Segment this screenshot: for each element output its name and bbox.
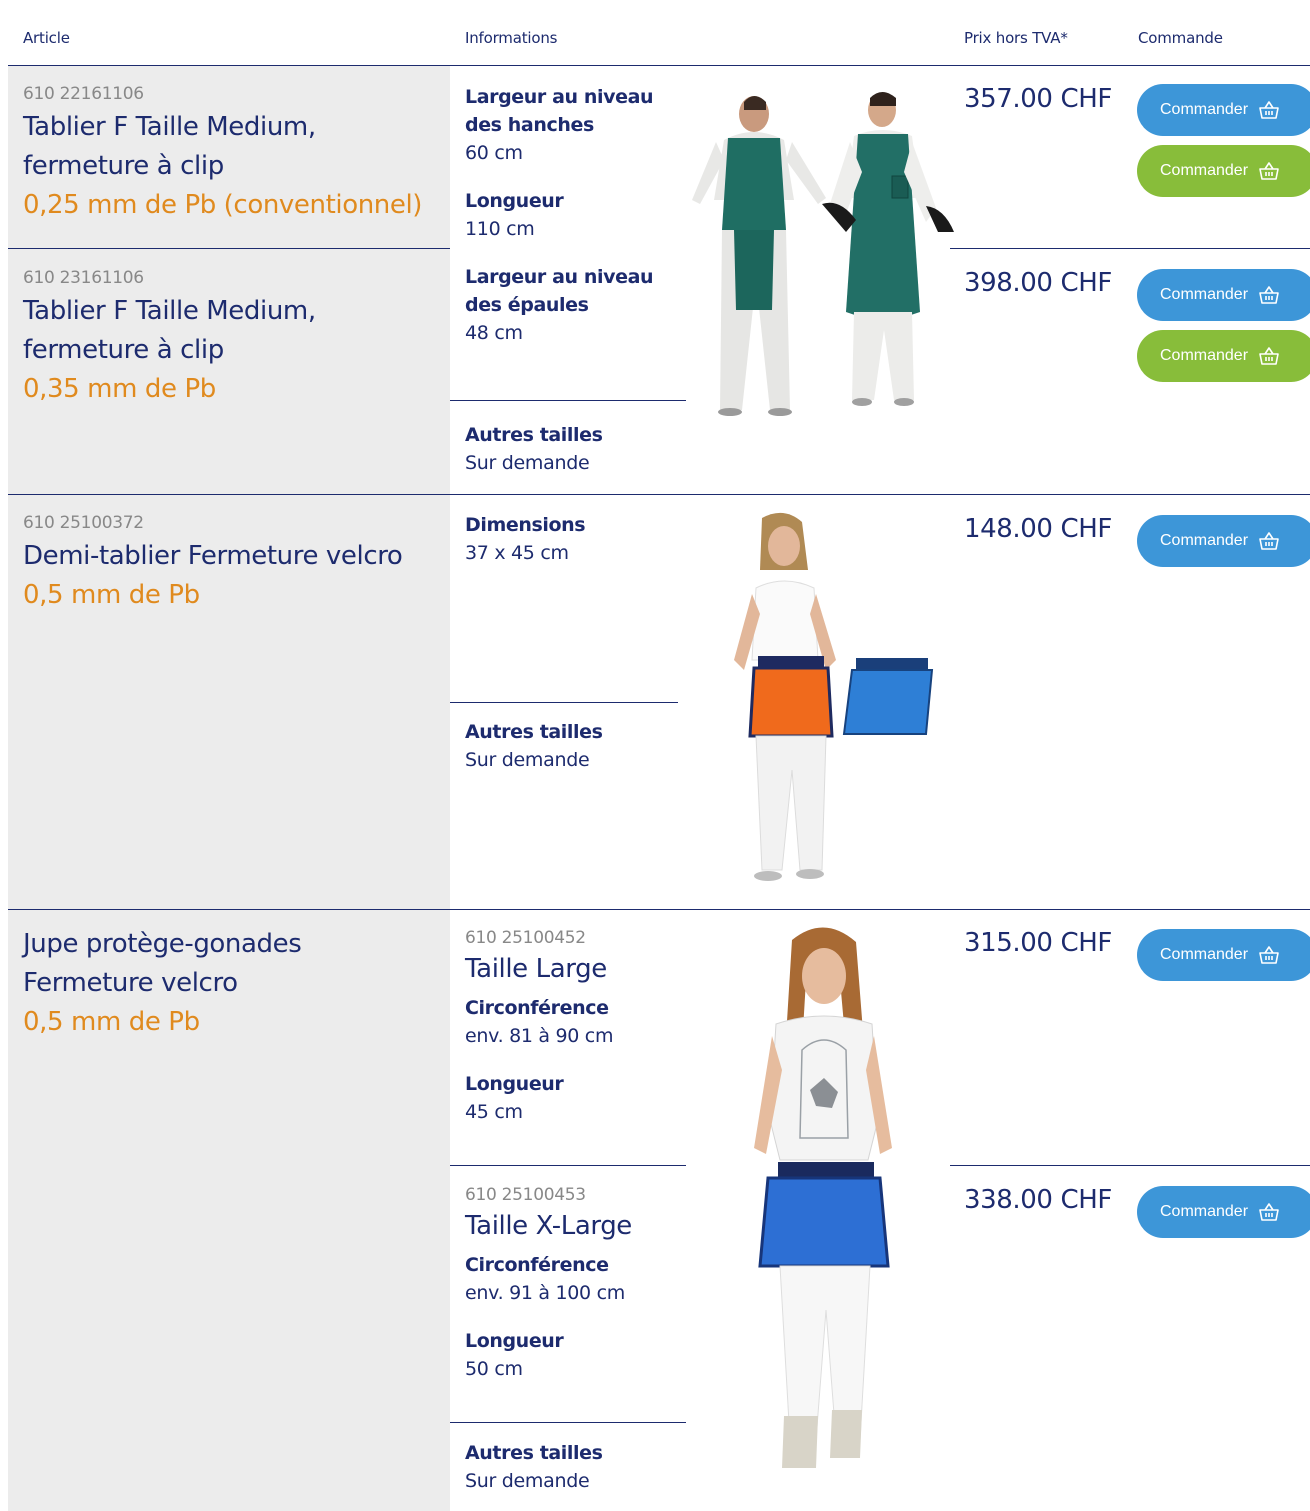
price-item-3: 148.00 CHF: [964, 514, 1112, 544]
info-value: 48 cm: [465, 322, 523, 344]
lead-equivalence: 0,35 mm de Pb: [23, 374, 216, 404]
order-button-label: Commander: [1160, 532, 1249, 549]
info-cell-xlarge: 610 25100453 Taille X-Large Circonférenc…: [465, 1185, 685, 1383]
order-button-label: Commander: [1160, 162, 1249, 179]
article-name: Tablier F Taille Medium,: [23, 296, 316, 326]
info-label: Circonférence: [465, 997, 609, 1019]
basket-icon: [1259, 162, 1279, 180]
info-label: Autres tailles: [465, 1442, 603, 1464]
info-value: env. 91 à 100 cm: [465, 1282, 625, 1304]
article-cell-2: 610 23161106 Tablier F Taille Medium, fe…: [23, 268, 443, 409]
price-item-1: 357.00 CHF: [964, 84, 1112, 114]
basket-icon: [1259, 1203, 1279, 1221]
info-cell-1: Largeur au niveau des hanches 60 cm Long…: [465, 83, 685, 347]
other-sizes-2: Autres tailles Sur demande: [465, 718, 603, 774]
info-label: Autres tailles: [465, 721, 603, 743]
order-button-alt[interactable]: Commander: [1137, 330, 1310, 382]
order-button[interactable]: Commander: [1137, 84, 1310, 136]
group-divider: [8, 909, 1310, 910]
order-button-label: Commander: [1160, 1203, 1249, 1220]
other-sizes-1: Autres tailles Sur demande: [465, 421, 603, 477]
info-label: des épaules: [465, 294, 589, 316]
info-label: Longueur: [465, 190, 564, 212]
price-item-2: 398.00 CHF: [964, 268, 1112, 298]
product-image-gonad-skirt: [720, 920, 920, 1495]
article-name: Demi-tablier Fermeture velcro: [23, 541, 403, 571]
product-image-apron: [686, 80, 962, 420]
header-article: Article: [23, 29, 70, 47]
order-button-label: Commander: [1160, 101, 1249, 118]
info-value: env. 81 à 90 cm: [465, 1025, 614, 1047]
article-name: Jupe protège-gonades: [23, 929, 302, 959]
article-number: 610 25100453: [465, 1185, 586, 1205]
info-value: Sur demande: [465, 1470, 590, 1492]
group-divider: [8, 494, 1310, 495]
order-button-label: Commander: [1160, 946, 1249, 963]
row-divider: [8, 248, 450, 249]
info-cell-2: Dimensions 37 x 45 cm: [465, 511, 586, 567]
info-value: 37 x 45 cm: [465, 542, 569, 564]
info-divider: [450, 702, 678, 703]
info-value: 60 cm: [465, 142, 523, 164]
order-button[interactable]: Commander: [1137, 269, 1310, 321]
info-label: Largeur au niveau: [465, 266, 654, 288]
article-cell-3: 610 25100372 Demi-tablier Fermeture velc…: [23, 513, 443, 615]
header-info: Informations: [465, 29, 558, 47]
article-number: 610 22161106: [23, 84, 144, 104]
info-divider: [450, 1422, 686, 1423]
other-sizes-3: Autres tailles Sur demande: [465, 1439, 603, 1495]
article-name: fermeture à clip: [23, 335, 224, 365]
order-button[interactable]: Commander: [1137, 929, 1310, 981]
header-order: Commande: [1138, 29, 1223, 47]
info-label: Largeur au niveau: [465, 86, 654, 108]
basket-icon: [1259, 347, 1279, 365]
article-name: Fermeture velcro: [23, 968, 238, 998]
order-button[interactable]: Commander: [1137, 1186, 1310, 1238]
order-button[interactable]: Commander: [1137, 515, 1310, 567]
info-divider: [450, 400, 686, 401]
price-item-5: 338.00 CHF: [964, 1185, 1112, 1215]
info-value: 45 cm: [465, 1101, 523, 1123]
article-number: 610 25100452: [465, 928, 586, 948]
basket-icon: [1259, 946, 1279, 964]
price-divider: [950, 1165, 1310, 1166]
info-label: Longueur: [465, 1073, 564, 1095]
article-name: fermeture à clip: [23, 151, 224, 181]
header-price: Prix hors TVA*: [964, 29, 1068, 47]
basket-icon: [1259, 532, 1279, 550]
info-value: Sur demande: [465, 452, 590, 474]
info-label: Autres tailles: [465, 424, 603, 446]
lead-equivalence: 0,5 mm de Pb: [23, 580, 200, 610]
product-image-half-apron: [700, 510, 950, 900]
article-cell-1: 610 22161106 Tablier F Taille Medium, fe…: [23, 84, 443, 225]
lead-equivalence: 0,5 mm de Pb: [23, 1007, 200, 1037]
info-label: Dimensions: [465, 514, 586, 536]
article-name: Tablier F Taille Medium,: [23, 112, 316, 142]
info-value: 50 cm: [465, 1358, 523, 1380]
info-value: 110 cm: [465, 218, 535, 240]
basket-icon: [1259, 101, 1279, 119]
lead-equivalence: 0,25 mm de Pb (conventionnel): [23, 190, 423, 220]
order-button-label: Commander: [1160, 347, 1249, 364]
info-label: Longueur: [465, 1330, 564, 1352]
info-value: Sur demande: [465, 749, 590, 771]
article-number: 610 23161106: [23, 268, 144, 288]
price-divider: [950, 248, 1310, 249]
article-number: 610 25100372: [23, 513, 144, 533]
size-name: Taille X-Large: [465, 1211, 632, 1241]
info-label: des hanches: [465, 114, 594, 136]
order-button-alt[interactable]: Commander: [1137, 145, 1310, 197]
basket-icon: [1259, 286, 1279, 304]
size-name: Taille Large: [465, 954, 607, 984]
info-divider: [450, 1165, 686, 1166]
order-button-label: Commander: [1160, 286, 1249, 303]
article-cell-4: Jupe protège-gonades Fermeture velcro 0,…: [23, 925, 443, 1042]
info-cell-large: 610 25100452 Taille Large Circonférence …: [465, 928, 685, 1126]
info-label: Circonférence: [465, 1254, 609, 1276]
price-item-4: 315.00 CHF: [964, 928, 1112, 958]
